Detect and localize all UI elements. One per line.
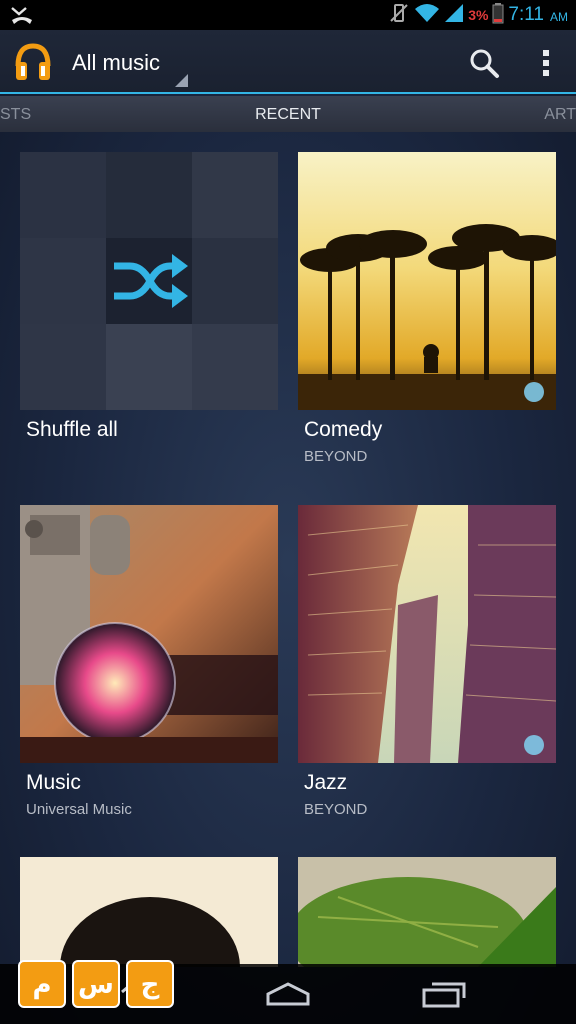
search-icon[interactable] (468, 47, 500, 79)
watermark-letter: ج (126, 960, 174, 1008)
tab-artists[interactable]: ART (544, 106, 576, 124)
tile-title: Comedy (304, 418, 383, 441)
tile-title: Music (26, 771, 81, 794)
album-art-comedy (298, 152, 556, 410)
tab-recent[interactable]: RECENT (0, 106, 576, 124)
watermark-letter: م (18, 960, 66, 1008)
tile-title: Shuffle all (26, 418, 118, 441)
recent-apps-icon[interactable] (420, 976, 468, 1015)
shuffle-cell (20, 238, 106, 324)
album-art-leaf (298, 857, 556, 967)
album-tile-comedy[interactable]: Comedy BEYOND (298, 152, 556, 465)
album-art-jazz (298, 505, 556, 763)
shuffle-cell (192, 238, 278, 324)
home-icon[interactable] (264, 976, 312, 1015)
headphones-icon[interactable] (14, 42, 52, 82)
status-time: 7:11 (508, 4, 544, 25)
status-bar: 3% 7:11 AM (0, 0, 576, 30)
album-tile-partial-right[interactable] (298, 857, 556, 967)
shuffle-icon (114, 254, 188, 308)
missed-call-icon (10, 4, 34, 31)
tile-subtitle: Universal Music (26, 801, 132, 818)
shuffle-cell (192, 324, 278, 410)
battery-icon (492, 2, 504, 29)
watermark-logo: م س ج (18, 960, 174, 1008)
album-tile-jazz[interactable]: Jazz BEYOND (298, 505, 556, 818)
shuffle-all-tile[interactable]: Shuffle all (20, 152, 278, 441)
music-app-screen: 3% 7:11 AM All music STS RECENT ART Shuf… (0, 0, 576, 1024)
album-art-portrait (20, 857, 278, 967)
album-art-music (20, 505, 278, 763)
battery-percent: 3% (468, 7, 489, 23)
shuffle-cell (20, 324, 106, 410)
status-indicators: 3% 7:11 AM (388, 0, 568, 30)
album-tile-music[interactable]: Music Universal Music (20, 505, 278, 818)
library-filter-dropdown[interactable]: All music (72, 50, 160, 76)
dropdown-arrow-icon (175, 74, 188, 87)
shuffle-cell (192, 152, 278, 238)
tile-title: Jazz (304, 771, 348, 794)
shuffle-cell (106, 324, 192, 410)
album-tile-partial-left[interactable] (20, 857, 278, 967)
status-ampm: AM (550, 10, 568, 24)
shuffle-cell (20, 152, 106, 238)
vibrate-off-icon (388, 2, 410, 29)
tab-strip: STS RECENT ART (0, 96, 576, 132)
tile-subtitle: BEYOND (304, 448, 368, 465)
watermark-letter: س (72, 960, 120, 1008)
wifi-icon (414, 2, 440, 29)
shuffle-art (20, 152, 278, 410)
overflow-menu-icon[interactable] (536, 46, 556, 80)
shuffle-cell (106, 152, 192, 238)
tile-subtitle: BEYOND (304, 801, 368, 818)
action-bar: All music (0, 30, 576, 94)
signal-icon (444, 2, 464, 29)
